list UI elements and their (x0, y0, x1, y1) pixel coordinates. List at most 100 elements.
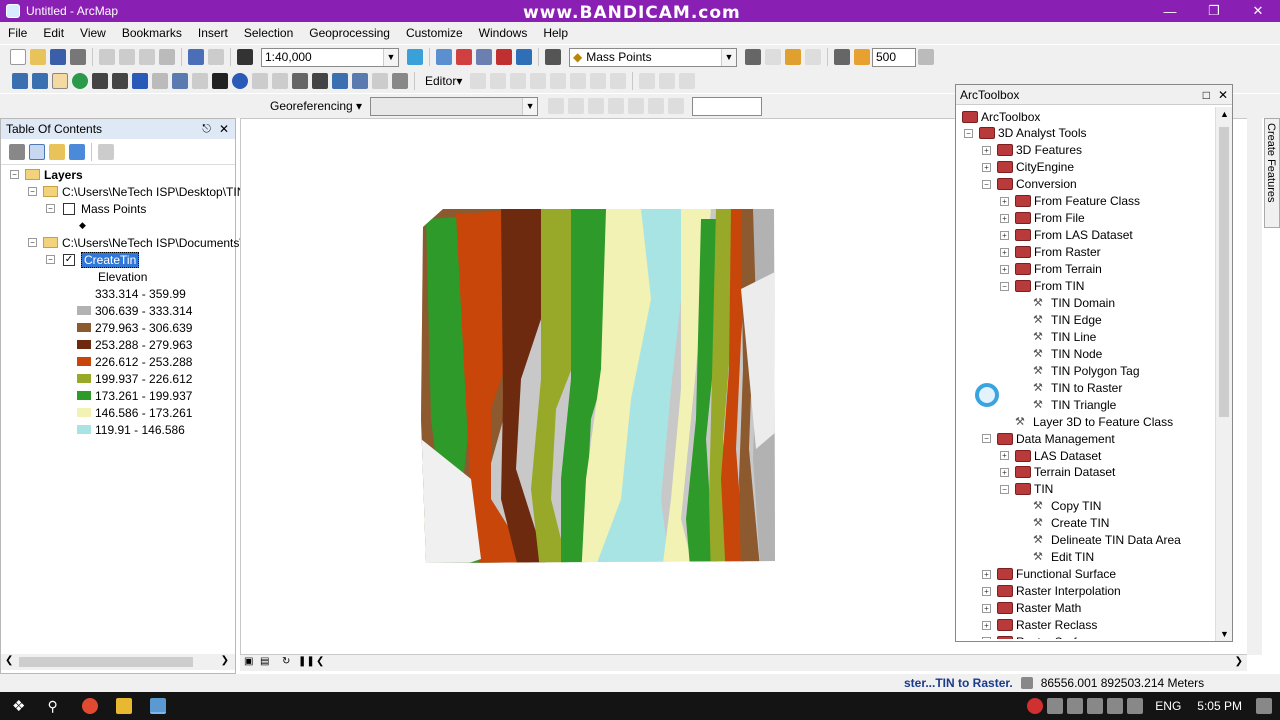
toolbox-tool-item[interactable]: ⚒ TIN Node (1018, 345, 1102, 362)
open-folder-icon[interactable] (30, 49, 46, 65)
toolbox-folder-item[interactable]: + From File (1000, 210, 1085, 227)
layout-view-icon[interactable]: ▤ (260, 656, 269, 667)
legend-class-row[interactable]: 173.261 - 199.937 (77, 387, 192, 404)
legend-class-row[interactable]: 119.91 - 146.586 (77, 421, 185, 438)
chevron-down-icon[interactable]: ▼ (383, 48, 398, 66)
search-window-icon[interactable] (496, 49, 512, 65)
expand-icon[interactable]: + (1000, 230, 1009, 240)
list-by-drawing-order-icon[interactable] (9, 143, 25, 160)
toolbox-tool-item[interactable]: ⚒ TIN Domain (1018, 294, 1115, 311)
print-icon[interactable] (70, 49, 86, 65)
new-document-icon[interactable] (10, 49, 26, 65)
toolbox-folder-item[interactable]: − From TIN (1000, 278, 1084, 295)
collapse-icon[interactable]: − (28, 187, 37, 196)
toolbox-tool-item[interactable]: ⚒ Copy TIN (1018, 498, 1101, 515)
attributes-icon[interactable] (570, 73, 587, 89)
toc-options-icon[interactable] (98, 143, 114, 160)
keyboard-icon[interactable] (1107, 698, 1124, 714)
zoom-value-input[interactable]: 500 (872, 47, 916, 67)
swipe-icon[interactable] (785, 49, 801, 65)
toc-horizontal-scrollbar[interactable]: ❮ ❯ (1, 654, 235, 670)
collapse-icon[interactable]: − (46, 255, 55, 264)
close-icon[interactable]: ✕ (219, 122, 229, 136)
toolbox-folder-item[interactable]: − Data Management (982, 430, 1115, 447)
toolbox-folder-item[interactable]: + Raster Reclass (982, 617, 1097, 634)
sketch-properties-icon[interactable] (590, 73, 607, 89)
zoom-in-icon[interactable] (12, 73, 28, 89)
copy-icon[interactable] (119, 49, 135, 65)
rotate-georef-icon[interactable] (548, 98, 565, 114)
collapse-icon[interactable]: − (1000, 484, 1009, 494)
model-builder-icon[interactable] (545, 49, 561, 65)
collapse-icon[interactable]: − (1000, 281, 1009, 291)
pause-drawing-icon[interactable]: ❚❚ (298, 656, 315, 667)
editor-toolbar-icon[interactable] (407, 49, 423, 65)
create-features-side-tab[interactable]: Create Features (1264, 118, 1280, 228)
toolbox-folder-item[interactable]: − 3D Analyst Tools (964, 125, 1087, 142)
contrast-icon[interactable] (745, 49, 761, 65)
text-icon[interactable] (679, 73, 696, 89)
expand-icon[interactable]: + (982, 620, 991, 630)
collapse-icon[interactable]: − (964, 128, 973, 138)
workspace-row-1[interactable]: − C:\Users\NeTech ISP\Desktop\TIN (28, 183, 245, 200)
select-elements-icon[interactable] (212, 73, 228, 89)
menu-windows[interactable]: Windows (471, 26, 536, 40)
scroll-left-icon[interactable]: ❮ (5, 655, 13, 666)
shift-icon[interactable] (568, 98, 585, 114)
expand-icon[interactable]: + (1000, 213, 1009, 223)
maximize-icon[interactable]: □ (1203, 88, 1210, 102)
list-by-visibility-icon[interactable] (49, 143, 65, 160)
split-icon[interactable] (530, 73, 547, 89)
link-table-icon[interactable] (628, 98, 645, 114)
map-horizontal-scrollbar[interactable]: ▣ ▤ ↻ ❚❚ ❮ ❯ (240, 655, 1247, 671)
layer-combo[interactable]: ◆ Mass Points ▼ (569, 47, 737, 67)
layer-visibility-checkbox[interactable]: ✓ (63, 253, 75, 266)
layout-icon[interactable] (639, 73, 656, 89)
menu-insert[interactable]: Insert (190, 26, 236, 40)
back-extent-icon[interactable] (132, 73, 148, 89)
expand-icon[interactable]: + (982, 586, 991, 596)
map-scale-combo[interactable]: 1:40,000 ▼ (261, 47, 399, 67)
scale-icon[interactable] (588, 98, 605, 114)
stepper-icon[interactable] (918, 49, 934, 65)
python-window-icon[interactable] (516, 49, 532, 65)
arcmap-taskbar-icon[interactable] (149, 698, 166, 714)
scroll-up-icon[interactable]: ▲ (1220, 109, 1229, 119)
expand-icon[interactable]: + (1000, 247, 1009, 257)
paste-icon[interactable] (139, 49, 155, 65)
expand-icon[interactable]: + (982, 145, 991, 155)
time-slider-icon[interactable] (372, 73, 388, 89)
editor-menu[interactable]: Editor▾ (425, 74, 462, 88)
chrome-icon[interactable] (81, 698, 98, 714)
toolbox-tool-item[interactable]: ⚒ TIN to Raster (1018, 379, 1122, 396)
workspace-row-2[interactable]: − C:\Users\NeTech ISP\Documents\ (28, 234, 243, 251)
go-to-xy-icon[interactable] (352, 73, 368, 89)
expand-icon[interactable]: + (1000, 264, 1009, 274)
close-icon[interactable]: ✕ (1218, 88, 1228, 102)
toolbox-folder-item[interactable]: + From LAS Dataset (1000, 227, 1133, 244)
toolbox-tool-item[interactable]: ⚒ Create TIN (1018, 515, 1109, 532)
minimize-button[interactable]: — (1148, 0, 1192, 22)
expand-icon[interactable]: + (982, 603, 991, 613)
menu-geoprocessing[interactable]: Geoprocessing (301, 26, 398, 40)
expand-icon[interactable]: + (982, 162, 991, 172)
createtin-layer-row[interactable]: − ✓ CreateTin (46, 251, 140, 268)
close-button[interactable]: ✕ (1236, 0, 1280, 22)
legend-class-row[interactable]: 333.314 - 359.99 (77, 285, 186, 302)
toolbox-folder-item[interactable]: + Raster Surface (982, 633, 1096, 639)
scroll-thumb[interactable] (19, 657, 193, 667)
forward-extent-icon[interactable] (152, 73, 168, 89)
menu-edit[interactable]: Edit (35, 26, 72, 40)
toolbox-folder-item[interactable]: − TIN (1000, 481, 1053, 498)
arctoolbox-icon[interactable] (456, 49, 472, 65)
toolbox-tool-item[interactable]: ⚒ TIN Line (1018, 328, 1096, 345)
full-extent-icon[interactable] (72, 73, 88, 89)
expand-icon[interactable]: + (1000, 467, 1009, 477)
find-icon[interactable] (312, 73, 328, 89)
chevron-down-icon[interactable]: ▼ (522, 97, 538, 115)
scroll-right-icon[interactable]: ❯ (221, 655, 229, 666)
toolbox-folder-item[interactable]: + From Feature Class (1000, 193, 1140, 210)
identify-icon[interactable] (232, 73, 248, 89)
notifications-icon[interactable] (1256, 698, 1272, 714)
zoom-level-icon[interactable] (834, 49, 850, 65)
